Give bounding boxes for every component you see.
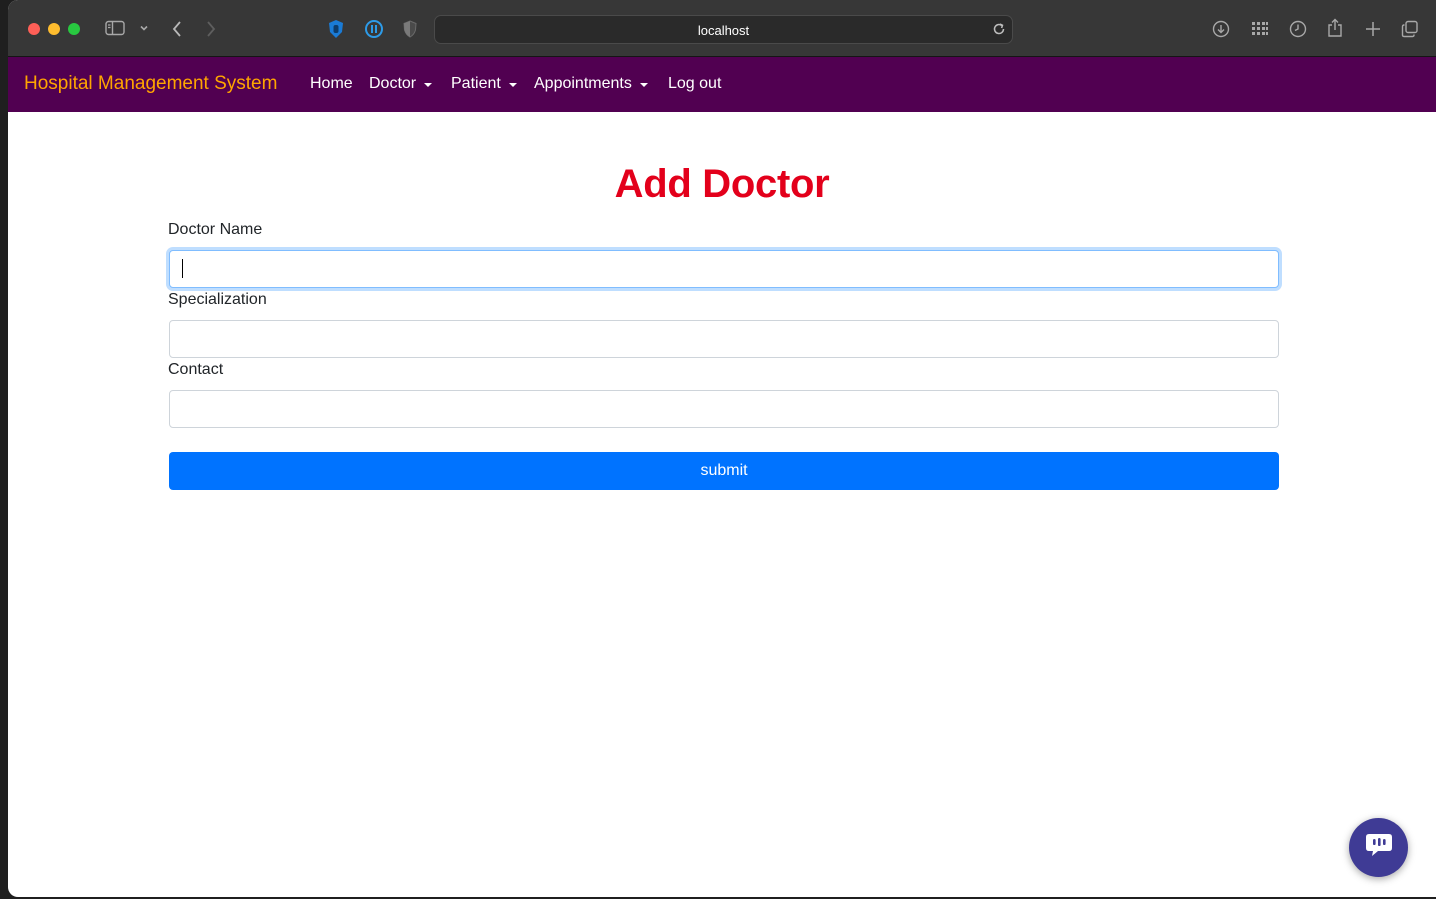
text-cursor — [182, 259, 183, 278]
chevron-right-icon[interactable] — [205, 20, 217, 38]
grid-icon[interactable] — [1251, 21, 1269, 37]
doctor-name-input[interactable] — [169, 250, 1279, 288]
doctor-name-label: Doctor Name — [168, 221, 263, 238]
caret-down-icon — [639, 82, 648, 87]
specialization-label: Specialization — [168, 291, 267, 308]
nav-doctor-dropdown[interactable]: Doctor — [369, 75, 433, 93]
caret-down-icon — [508, 82, 517, 87]
plus-icon[interactable] — [1365, 21, 1381, 37]
nav-appointments-label: Appointments — [534, 75, 632, 92]
share-icon[interactable] — [1327, 18, 1343, 38]
specialization-input[interactable] — [169, 320, 1279, 358]
nav-appointments-dropdown[interactable]: Appointments — [534, 75, 648, 93]
nav-logout-label: Log out — [668, 75, 722, 92]
contact-input[interactable] — [169, 390, 1279, 428]
address-bar[interactable]: localhost — [434, 15, 1013, 44]
nav-home[interactable]: Home — [310, 75, 353, 93]
zoom-window-button[interactable] — [68, 23, 80, 35]
submit-button[interactable]: submit — [169, 452, 1279, 490]
sidebar-icon[interactable] — [105, 20, 125, 36]
clock-icon[interactable] — [1289, 20, 1307, 38]
shield-icon[interactable] — [402, 20, 418, 38]
nav-patient-dropdown[interactable]: Patient — [451, 75, 517, 93]
chat-icon — [1364, 832, 1394, 863]
nav-home-label: Home — [310, 75, 353, 92]
pause-icon[interactable] — [364, 19, 384, 39]
browser-toolbar: localhost — [8, 0, 1436, 57]
reload-icon[interactable] — [992, 22, 1006, 41]
chevron-left-icon[interactable] — [171, 20, 183, 38]
caret-down-icon — [424, 82, 433, 87]
page-title: Add Doctor — [614, 162, 830, 206]
minimize-window-button[interactable] — [48, 23, 60, 35]
browser-window: localhost Hospital Management System Hom… — [8, 0, 1436, 897]
chevron-down-icon[interactable] — [139, 24, 149, 32]
tabs-overview-icon[interactable] — [1401, 20, 1419, 38]
nav-patient-label: Patient — [451, 75, 501, 92]
nav-doctor-label: Doctor — [369, 75, 417, 92]
close-window-button[interactable] — [28, 23, 40, 35]
nav-logout[interactable]: Log out — [668, 75, 721, 93]
chat-widget-button[interactable] — [1349, 818, 1408, 877]
contact-label: Contact — [168, 361, 224, 378]
navbar-brand[interactable]: Hospital Management System — [24, 73, 277, 95]
hand-stop-icon[interactable] — [326, 19, 346, 39]
download-icon[interactable] — [1212, 20, 1230, 38]
url-text: localhost — [697, 23, 750, 38]
site-navbar: Hospital Management System Home Doctor P… — [8, 57, 1436, 112]
